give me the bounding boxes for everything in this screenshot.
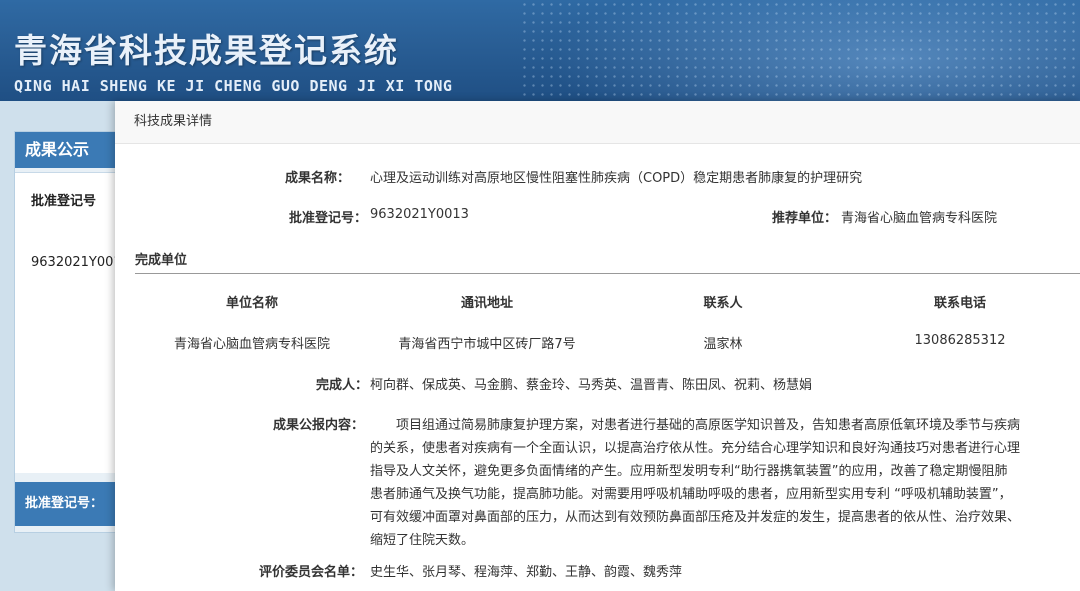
recommender-label: 推荐单位： xyxy=(772,211,838,226)
committee-label: 评价委员会名单： xyxy=(259,565,364,580)
reg-value: 9632021Y0013 xyxy=(370,207,469,222)
banner-dots xyxy=(520,0,1080,101)
desc-line: 患者肺通气及换气功能，提高肺功能。对需要用呼吸机辅助呼吸的患者，应用新型实用专利… xyxy=(370,487,1012,502)
site-title: 青海省科技成果登记系统 xyxy=(14,31,399,70)
unit-contact-cell: 温家林 xyxy=(703,337,743,352)
unit-header-phone: 联系电话 xyxy=(933,296,987,311)
reg-label: 批准登记号： xyxy=(288,211,367,226)
panel-column-header: 批准登记号 xyxy=(31,194,97,209)
people-label: 完成人： xyxy=(315,378,368,393)
desc-line: 可有效缓冲面罩对鼻面部的压力，从而达到有效预防鼻面部压疮及并发症的发生，提高患者… xyxy=(370,510,1021,525)
committee-value: 史生华、张月琴、程海萍、郑勤、王静、韵霞、魏秀萍 xyxy=(370,565,683,580)
unit-section-title: 完成单位 xyxy=(135,249,1080,274)
unit-name-cell: 青海省心脑血管病专科医院 xyxy=(173,337,331,352)
name-value: 心理及运动训练对高原地区慢性阻塞性肺疾病（COPD）稳定期患者肺康复的护理研究 xyxy=(370,171,863,186)
unit-address-cell: 青海省西宁市城中区砖厂路7号 xyxy=(398,337,576,352)
people-value: 柯向群、保成英、马金鹏、蔡金玲、马秀英、温晋青、陈田凤、祝莉、杨慧娟 xyxy=(370,378,813,393)
desc-label: 成果公报内容： xyxy=(273,418,365,433)
unit-header-address: 通讯地址 xyxy=(460,296,514,311)
detail-modal: 科技成果详情 成果名称： 心理及运动训练对高原地区慢性阻塞性肺疾病（COPD）稳… xyxy=(115,101,1080,591)
unit-phone-cell: 13086285312 xyxy=(914,333,1006,348)
desc-line: 的关系，使患者对疾病有一个全面认识，以提高治疗依从性。充分结合心理学知识和良好沟… xyxy=(370,441,1021,456)
desc-text: 项目组通过简易肺康复护理方案，对患者进行基础的高原医学知识普及，告知患者高原低氧… xyxy=(370,414,1075,552)
name-label: 成果名称： xyxy=(284,171,350,186)
unit-header-name: 单位名称 xyxy=(225,296,279,311)
header-banner: 青海省科技成果登记系统 QING HAI SHENG KE JI CHENG G… xyxy=(0,0,1080,101)
unit-header-contact: 联系人 xyxy=(703,296,743,311)
modal-title: 科技成果详情 xyxy=(115,101,1080,144)
desc-line: 指导及人文关怀，避免更多负面情绪的产生。应用新型发明专利“助行器携氧装置”的应用… xyxy=(370,464,1008,479)
recommender-value: 青海省心脑血管病专科医院 xyxy=(841,211,998,226)
desc-line: 项目组通过简易肺康复护理方案，对患者进行基础的高原医学知识普及，告知患者高原低氧… xyxy=(396,418,1021,433)
site-subtitle: QING HAI SHENG KE JI CHENG GUO DENG JI X… xyxy=(14,77,453,95)
desc-line: 缩短了住院天数。 xyxy=(370,533,475,548)
